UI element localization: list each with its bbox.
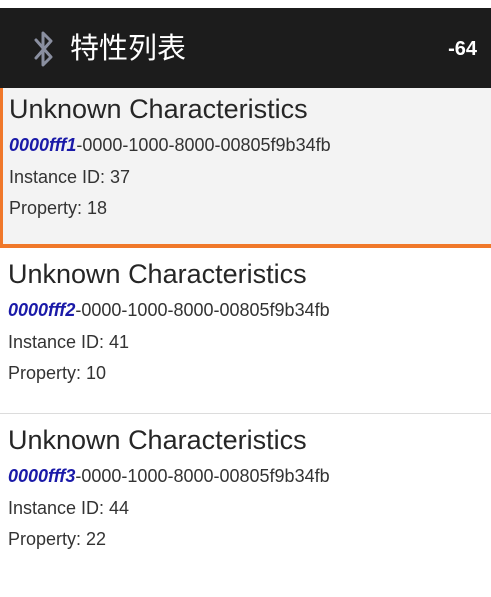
uuid-short: 0000fff1 bbox=[9, 135, 77, 155]
property: Property: 18 bbox=[9, 198, 108, 218]
divider bbox=[0, 413, 491, 414]
app-bar: 特性列表 -64 bbox=[0, 8, 491, 88]
uuid-short: 0000fff3 bbox=[8, 466, 76, 486]
rssi-value: -64 bbox=[448, 38, 477, 60]
instance-id: Instance ID: 41 bbox=[8, 332, 130, 352]
bluetooth-icon bbox=[34, 31, 53, 67]
characteristic-uuid: 0000fff3-0000-1000-8000-00805f9b34fb bbox=[8, 464, 330, 488]
uuid-rest: -0000-1000-8000-00805f9b34fb bbox=[76, 135, 331, 155]
instance-id: Instance ID: 37 bbox=[9, 167, 131, 187]
instance-id: Instance ID: 44 bbox=[8, 498, 130, 518]
uuid-rest: -0000-1000-8000-00805f9b34fb bbox=[75, 300, 330, 320]
list-item[interactable]: Unknown Characteristics 0000fff2-0000-10… bbox=[0, 253, 491, 408]
list-item[interactable]: Unknown Characteristics 0000fff1-0000-10… bbox=[0, 88, 491, 248]
characteristic-name: Unknown Characteristics bbox=[8, 425, 307, 455]
list-item[interactable]: Unknown Characteristics 0000fff3-0000-10… bbox=[0, 419, 491, 574]
uuid-short: 0000fff2 bbox=[8, 300, 76, 320]
characteristic-uuid: 0000fff2-0000-1000-8000-00805f9b34fb bbox=[8, 298, 330, 322]
page-title: 特性列表 bbox=[70, 31, 187, 65]
property: Property: 10 bbox=[8, 363, 107, 383]
uuid-rest: -0000-1000-8000-00805f9b34fb bbox=[75, 466, 330, 486]
characteristic-name: Unknown Characteristics bbox=[9, 94, 308, 124]
characteristic-name: Unknown Characteristics bbox=[8, 259, 307, 289]
property: Property: 22 bbox=[8, 529, 107, 549]
characteristic-uuid: 0000fff1-0000-1000-8000-00805f9b34fb bbox=[9, 133, 331, 157]
